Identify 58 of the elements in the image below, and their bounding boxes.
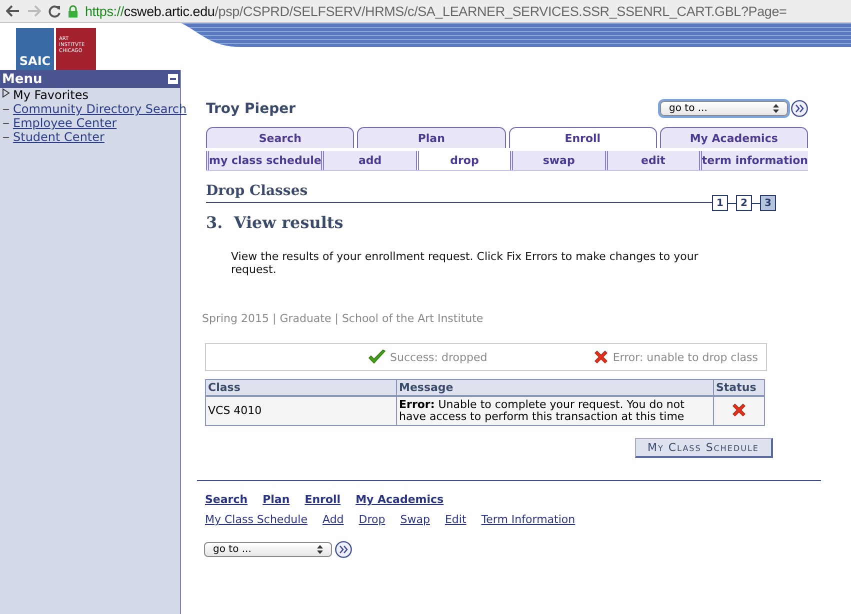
table-cell: VCS 4010 bbox=[206, 396, 396, 426]
footer-link[interactable]: Swap bbox=[400, 513, 430, 526]
column-header: Message bbox=[396, 380, 714, 396]
lock-icon bbox=[68, 4, 78, 18]
back-icon[interactable] bbox=[6, 5, 20, 17]
footer-link[interactable]: My Class Schedule bbox=[205, 513, 308, 526]
subtab[interactable]: add bbox=[321, 151, 416, 170]
tab[interactable]: Plan bbox=[357, 127, 506, 148]
subtab[interactable]: edit bbox=[604, 151, 699, 170]
go-icon[interactable] bbox=[791, 100, 808, 117]
subtab[interactable]: swap bbox=[510, 151, 605, 170]
go-icon[interactable] bbox=[335, 541, 352, 558]
dropdown-arrows-icon bbox=[317, 545, 323, 554]
footer-link[interactable]: Term Information bbox=[481, 513, 576, 526]
schedule-button[interactable]: My Class Schedule bbox=[634, 438, 773, 458]
tab[interactable]: My Academics bbox=[660, 127, 808, 148]
footer-link[interactable]: Add bbox=[322, 513, 344, 526]
menu-link[interactable]: Community Directory Search bbox=[13, 102, 187, 116]
folder-arrow-icon bbox=[2, 88, 10, 98]
subtab[interactable]: my class schedule bbox=[206, 151, 322, 170]
cross-icon bbox=[592, 349, 609, 365]
footer-link[interactable]: Search bbox=[205, 493, 248, 506]
dash-icon bbox=[2, 136, 10, 138]
table-cell: Error: Unable to complete your request. You do not have access to perform this transaction at this time bbox=[396, 396, 714, 426]
collapse-icon[interactable] bbox=[168, 74, 178, 84]
column-header: Class bbox=[206, 380, 396, 396]
dash-icon bbox=[2, 108, 10, 110]
instructions-text: View the results of your enrollment request. Click Fix Errors to make changes to your request. bbox=[231, 250, 700, 276]
menu-link[interactable]: Employee Center bbox=[13, 116, 117, 130]
tab[interactable]: Search bbox=[206, 127, 354, 148]
footer-link[interactable]: Edit bbox=[444, 513, 466, 526]
term-info: Spring 2015 | Graduate | School of the Art Institute bbox=[202, 312, 484, 325]
menu-title: Menu bbox=[2, 72, 42, 86]
footer-link[interactable]: Enroll bbox=[304, 493, 341, 506]
legend-label: Success: dropped bbox=[390, 350, 488, 364]
menu-link[interactable]: Student Center bbox=[13, 130, 104, 144]
reload-icon[interactable] bbox=[48, 4, 61, 18]
step-indicator: 2 bbox=[736, 195, 752, 211]
page-title: Drop Classes bbox=[206, 183, 712, 203]
menu-folder[interactable]: My Favorites bbox=[13, 88, 88, 102]
footer-link[interactable]: Drop bbox=[358, 513, 386, 526]
step-title: 3. View results bbox=[206, 213, 344, 232]
school-logo: SAIC bbox=[16, 28, 54, 70]
legend-label: Error: unable to drop class bbox=[612, 350, 758, 364]
goto-dropdown[interactable]: go to ... bbox=[204, 542, 332, 557]
footer-link[interactable]: My Academics bbox=[356, 493, 444, 506]
column-header: Status bbox=[714, 380, 764, 396]
user-name: Troy Pieper bbox=[206, 100, 296, 116]
goto-dropdown[interactable]: go to ... bbox=[660, 101, 788, 116]
step-indicator: 1 bbox=[712, 195, 728, 211]
checkmark-icon bbox=[368, 349, 386, 365]
subtab[interactable]: term information bbox=[698, 151, 808, 170]
step-indicator: 3 bbox=[760, 195, 776, 211]
dropdown-arrows-icon bbox=[773, 104, 779, 113]
dash-icon bbox=[2, 122, 10, 124]
cross-icon bbox=[731, 402, 747, 418]
footer-link[interactable]: Plan bbox=[262, 493, 290, 506]
tab[interactable]: Enroll bbox=[508, 127, 657, 148]
